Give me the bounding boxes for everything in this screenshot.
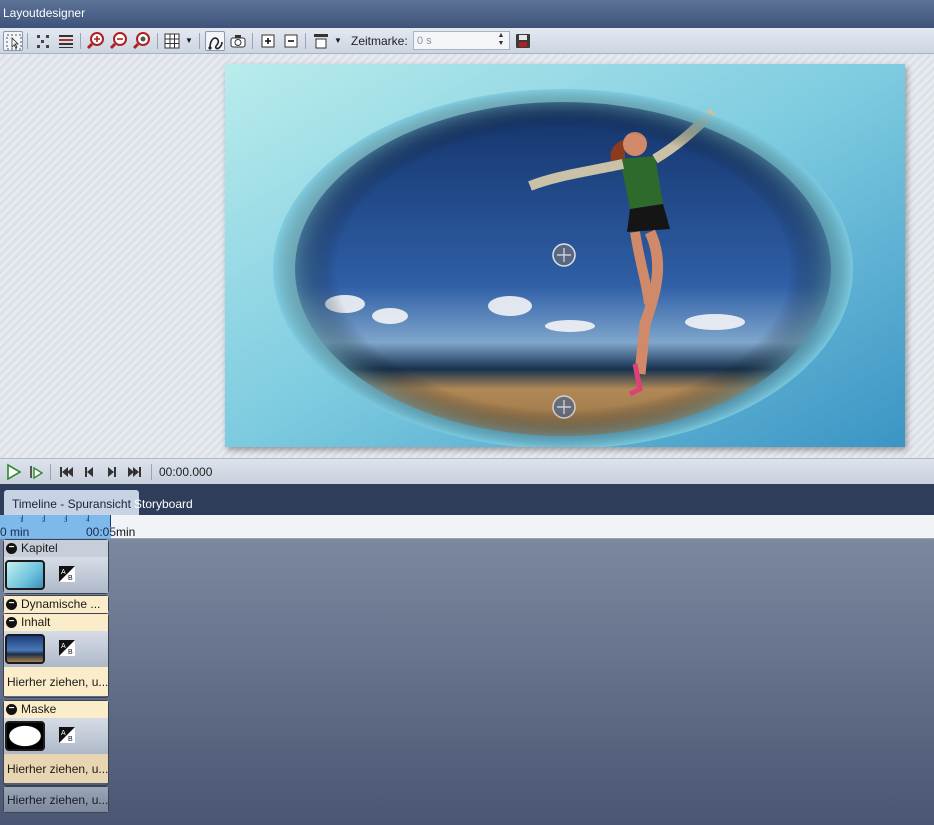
svg-text:B: B	[68, 575, 73, 582]
track-kapitel[interactable]: − Kapitel AB	[3, 539, 109, 594]
collapse-icon[interactable]: −	[6, 617, 17, 628]
zoom-in-icon[interactable]	[86, 31, 106, 51]
transition-ab-icon[interactable]: AB	[59, 727, 75, 743]
lines-icon[interactable]	[56, 31, 76, 51]
track-label: Inhalt	[21, 615, 51, 629]
zeitmarke-spinner[interactable]: ▲ ▼	[494, 32, 508, 49]
track-inhalt[interactable]: − Inhalt AB Hierher ziehen, u...	[3, 613, 109, 698]
move-handle-icon	[552, 395, 576, 419]
zoom-fit-icon[interactable]	[132, 31, 152, 51]
add-icon[interactable]	[258, 31, 278, 51]
playback-bar: 00:00.000	[0, 458, 934, 484]
skip-end-icon[interactable]	[126, 463, 144, 481]
ruler-tick-label: 3	[64, 518, 68, 524]
ruler-start-label: 0 min	[0, 525, 30, 539]
ruler-tick-label: 2	[42, 518, 46, 524]
play-icon[interactable]	[4, 463, 22, 481]
skip-start-icon[interactable]	[57, 463, 75, 481]
zoom-out-icon[interactable]	[109, 31, 129, 51]
track-maske[interactable]: − Maske AB Hierher ziehen, u...	[3, 700, 109, 786]
track-label: Maske	[21, 702, 57, 716]
select-icon[interactable]	[3, 31, 23, 51]
window-title: Layoutdesigner	[0, 0, 934, 28]
tab-bar: Timeline - Spuransicht Storyboard	[0, 484, 934, 515]
timeline-tracks[interactable]: − Kapitel AB − Dynamische ... − Inhalt AB H…	[0, 539, 934, 825]
timecode-display: 00:00.000	[159, 465, 213, 479]
ruler-unit-label: min	[116, 525, 136, 539]
layoutdesigner-window: Layoutdesigner ▼ ▼ Zeitmarke: 0 s ▲ ▼ 00…	[0, 0, 934, 825]
drop-zone[interactable]: Hierher ziehen, u...	[4, 667, 108, 696]
collapse-icon[interactable]: −	[6, 704, 17, 715]
align-icon[interactable]	[311, 31, 331, 51]
previous-frame-icon[interactable]	[80, 463, 98, 481]
next-frame-icon[interactable]	[103, 463, 121, 481]
grid-icon[interactable]	[162, 31, 182, 51]
path-icon[interactable]	[205, 31, 225, 51]
timeline-ruler[interactable]: 1 2 3 4 0 min 00:05 min	[0, 515, 934, 539]
save-icon[interactable]	[513, 31, 533, 51]
mask-thumbnail[interactable]	[5, 721, 45, 751]
chapter-thumbnail[interactable]	[5, 560, 45, 590]
dropdown-arrow-icon[interactable]: ▼	[185, 36, 193, 45]
ruler-tick-label: 4	[86, 518, 90, 524]
zeitmarke-label: Zeitmarke:	[351, 34, 408, 48]
track-empty[interactable]: Hierher ziehen, u...	[3, 786, 109, 813]
track-label: Kapitel	[21, 541, 58, 555]
dropdown-arrow-icon[interactable]: ▼	[334, 36, 342, 45]
image-thumbnail[interactable]	[5, 634, 45, 664]
tab-timeline[interactable]: Timeline - Spuransicht	[4, 490, 139, 515]
transition-ab-icon[interactable]: AB	[59, 640, 75, 656]
camera-icon[interactable]	[228, 31, 248, 51]
svg-text:B: B	[68, 649, 73, 656]
remove-icon[interactable]	[281, 31, 301, 51]
ruler-end-label: 00:05	[86, 525, 117, 539]
transition-ab-icon[interactable]: AB	[59, 566, 75, 582]
svg-text:A: A	[61, 730, 66, 737]
drop-zone[interactable]: Hierher ziehen, u...	[4, 787, 108, 812]
preview-stage[interactable]	[225, 64, 905, 447]
svg-text:A: A	[61, 569, 66, 576]
collapse-icon[interactable]: −	[6, 599, 17, 610]
ruler-tick-label: 1	[20, 518, 24, 524]
toolbar: ▼ ▼ Zeitmarke: ▲▼	[0, 28, 934, 54]
track-dynamische[interactable]: − Dynamische ...	[3, 595, 109, 613]
drop-zone[interactable]: Hierher ziehen, u...	[4, 754, 108, 783]
collapse-icon[interactable]: −	[6, 543, 17, 554]
svg-text:A: A	[61, 643, 66, 650]
move-handle-icon	[552, 243, 576, 267]
play-from-position-icon[interactable]	[27, 463, 45, 481]
track-label: Dynamische ...	[21, 597, 101, 611]
points-icon[interactable]	[33, 31, 53, 51]
tab-storyboard[interactable]: Storyboard	[126, 490, 201, 515]
svg-text:B: B	[68, 736, 73, 743]
